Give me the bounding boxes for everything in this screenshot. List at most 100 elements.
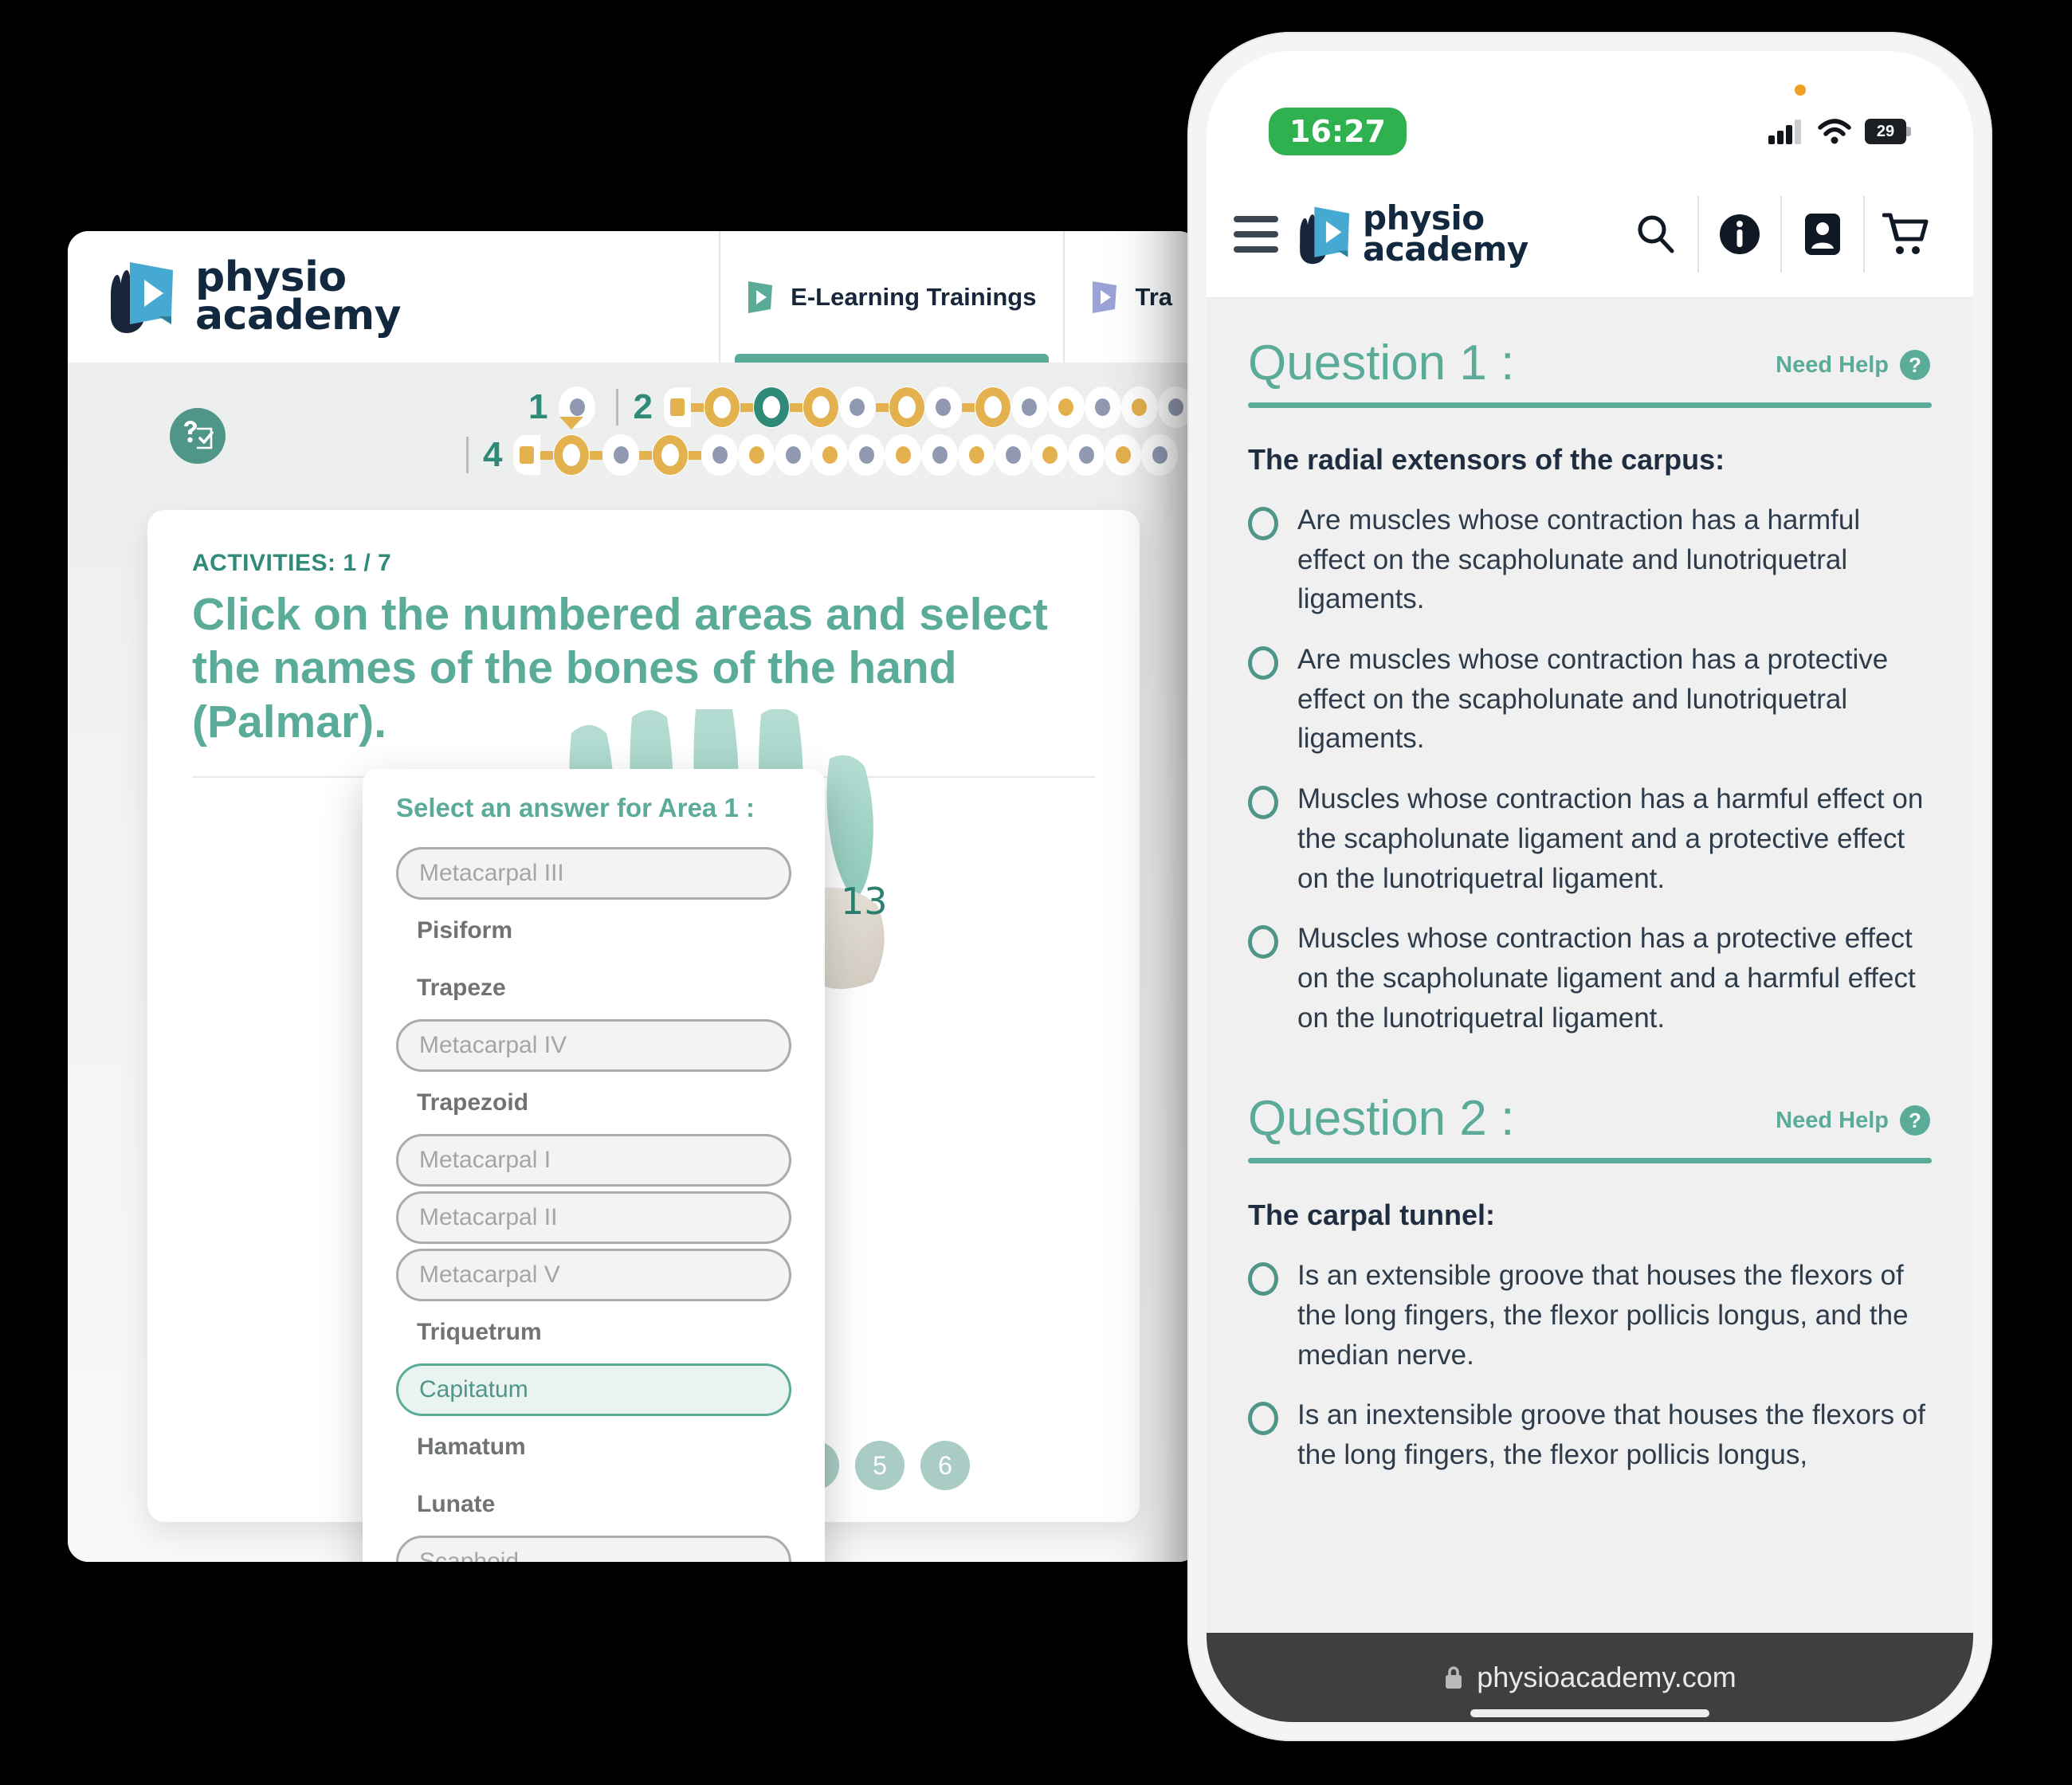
- radio-button-icon[interactable]: [1248, 925, 1278, 959]
- svg-text:?: ?: [1909, 353, 1921, 377]
- brand-wordmark: physio academy: [1363, 202, 1528, 269]
- question-stem: The carpal tunnel:: [1248, 1198, 1496, 1232]
- answer-option-metacarpal-ii: Metacarpal II: [396, 1191, 791, 1244]
- radio-button-icon[interactable]: [1248, 646, 1278, 681]
- account-icon[interactable]: [1780, 195, 1863, 273]
- answer-choice[interactable]: Are muscles whose contraction has a prot…: [1248, 640, 1932, 759]
- need-help-label: Need Help: [1776, 1107, 1889, 1133]
- progress-node[interactable]: [1031, 434, 1069, 476]
- help-circle-icon: ?: [1900, 350, 1930, 380]
- need-help-label: Need Help: [1776, 351, 1889, 378]
- progress-node-ring[interactable]: [703, 386, 740, 428]
- brand-logo[interactable]: physio academy: [106, 257, 402, 336]
- wifi-icon: [1818, 119, 1851, 144]
- progress-node[interactable]: [775, 434, 812, 476]
- pagination-page-5[interactable]: 5: [855, 1441, 905, 1490]
- progress-node[interactable]: [738, 434, 775, 476]
- tab-trainings[interactable]: Tra: [1063, 231, 1199, 363]
- progress-node[interactable]: [921, 434, 959, 476]
- brand-line-2: academy: [1363, 229, 1528, 269]
- bone-number-13[interactable]: 13: [841, 880, 888, 923]
- play-icon: [748, 280, 773, 313]
- progress-node[interactable]: [848, 434, 885, 476]
- progress-node[interactable]: [811, 434, 849, 476]
- progress-node[interactable]: [885, 434, 922, 476]
- progress-node[interactable]: [701, 434, 739, 476]
- answer-option-triquetrum[interactable]: Triquetrum: [396, 1306, 791, 1359]
- physio-academy-logo-icon: [1296, 206, 1355, 264]
- radio-button-icon[interactable]: [1248, 786, 1278, 820]
- cart-icon[interactable]: [1863, 195, 1946, 273]
- progress-node[interactable]: [1047, 386, 1085, 428]
- progress-step-number: 2: [633, 387, 653, 426]
- quiz-badge-icon: [170, 408, 226, 464]
- need-help-button[interactable]: Need Help ?: [1776, 1104, 1932, 1147]
- progress-node[interactable]: [1141, 434, 1179, 476]
- progress-step-number: 1: [528, 387, 548, 426]
- search-glyph: [1638, 215, 1674, 253]
- answer-option-pisiform[interactable]: Pisiform: [396, 904, 791, 957]
- brand-wordmark: physio academy: [195, 257, 402, 336]
- radio-button-icon[interactable]: [1248, 1262, 1278, 1297]
- search-icon[interactable]: [1615, 196, 1697, 273]
- info-icon[interactable]: [1697, 195, 1780, 273]
- progress-node[interactable]: [1084, 386, 1121, 428]
- tab-label: Tra: [1135, 282, 1172, 311]
- progress-node[interactable]: [1120, 386, 1158, 428]
- progress-ring: [554, 435, 590, 475]
- pagination-page-6[interactable]: 6: [920, 1441, 970, 1490]
- answer-option-metacarpal-iv: Metacarpal IV: [396, 1019, 791, 1072]
- answer-text: Is an extensible groove that houses the …: [1297, 1260, 1909, 1371]
- radio-button-icon[interactable]: [1248, 1402, 1278, 1436]
- answer-selection-modal: Select an answer for Area 1 : Metacarpal…: [363, 769, 825, 1562]
- progress-node[interactable]: [1010, 386, 1048, 428]
- answer-option-capitatum[interactable]: Capitatum: [396, 1363, 791, 1416]
- progress-ring: [803, 387, 838, 427]
- answer-choice[interactable]: Muscles whose contraction has a protecti…: [1248, 919, 1932, 1038]
- progress-node[interactable]: [602, 434, 640, 476]
- progress-node[interactable]: [838, 386, 876, 428]
- progress-node[interactable]: [1068, 434, 1105, 476]
- progress-start-cap: [663, 387, 691, 427]
- account-glyph: [1805, 213, 1840, 255]
- play-icon: [1314, 206, 1350, 257]
- answer-choice[interactable]: Muscles whose contraction has a harmful …: [1248, 779, 1932, 898]
- answer-option-trapeze[interactable]: Trapeze: [396, 962, 791, 1014]
- answer-choice[interactable]: Is an inextensible groove that houses th…: [1248, 1395, 1932, 1474]
- progress-node[interactable]: [995, 434, 1032, 476]
- progress-node[interactable]: [958, 434, 995, 476]
- progress-node-ring[interactable]: [652, 434, 689, 476]
- menu-icon[interactable]: [1234, 215, 1278, 253]
- progress-node-ring[interactable]: [974, 386, 1011, 428]
- progress-step-number: 4: [483, 435, 503, 474]
- browser-url-bar[interactable]: physioacademy.com: [1207, 1633, 1973, 1722]
- progress-start-cap: [513, 435, 541, 475]
- answer-option-hamatum[interactable]: Hamatum: [396, 1421, 791, 1473]
- answer-option-trapezoid[interactable]: Trapezoid: [396, 1077, 791, 1129]
- modal-title: Select an answer for Area 1 :: [396, 793, 755, 822]
- progress-node-selected[interactable]: [553, 417, 591, 476]
- question-title: Question 2 :: [1248, 1091, 1515, 1147]
- progress-node[interactable]: [924, 386, 962, 428]
- info-glyph: [1720, 214, 1760, 254]
- physio-academy-logo-icon: [106, 261, 182, 334]
- radio-button-icon[interactable]: [1248, 507, 1278, 540]
- desktop-header: physio academy E-Learning Trainings Tra: [68, 231, 1199, 363]
- tab-e-learning-trainings[interactable]: E-Learning Trainings: [719, 231, 1063, 363]
- need-help-button[interactable]: Need Help ?: [1776, 348, 1932, 391]
- phone-screen: 16:27 29 physio academy Question 1: Nee…: [1207, 51, 1973, 1722]
- brand-logo[interactable]: physio academy: [1296, 202, 1528, 269]
- answer-choice[interactable]: Are muscles whose contraction has a harm…: [1248, 500, 1932, 619]
- progress-node-ring[interactable]: [888, 386, 925, 428]
- url-text: physioacademy.com: [1477, 1661, 1736, 1693]
- answer-option-lunate[interactable]: Lunate: [396, 1478, 791, 1531]
- question-checkbox-icon: [184, 421, 214, 449]
- progress-node[interactable]: [1105, 434, 1142, 476]
- progress-node-ring[interactable]: [802, 386, 839, 428]
- play-icon: [130, 261, 173, 324]
- answer-text: Is an inextensible groove that houses th…: [1297, 1399, 1925, 1470]
- answer-choice[interactable]: Is an extensible groove that houses the …: [1248, 1256, 1932, 1375]
- progress-node-current[interactable]: [752, 386, 790, 428]
- answer-text: Muscles whose contraction has a harmful …: [1297, 783, 1924, 894]
- question-underline: [1248, 402, 1932, 408]
